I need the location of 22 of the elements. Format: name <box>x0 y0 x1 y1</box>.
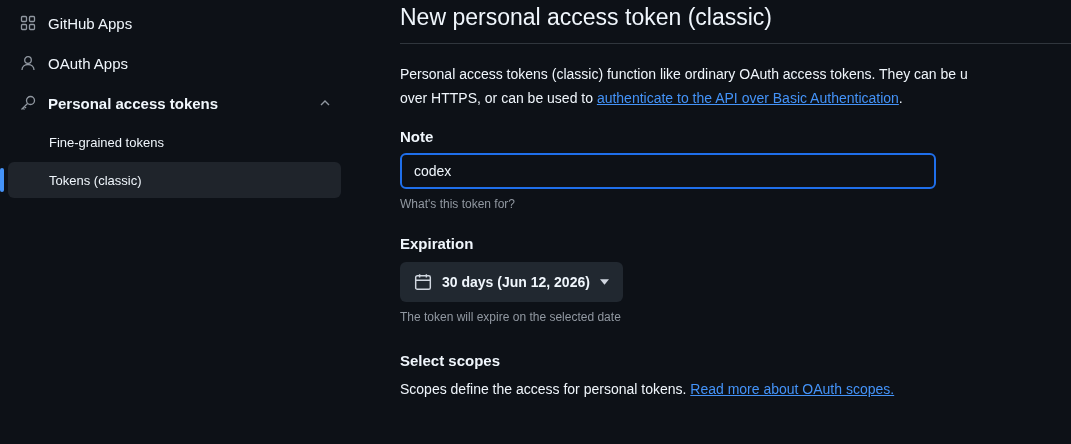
sidebar-item[interactable]: OAuth Apps <box>8 44 341 82</box>
oauth-scopes-link[interactable]: Read more about OAuth scopes. <box>690 381 895 397</box>
expiration-hint: The token will expire on the selected date <box>400 310 622 324</box>
sidebar-item[interactable]: Personal access tokens <box>8 84 341 122</box>
sidebar-item[interactable]: GitHub Apps <box>8 4 341 42</box>
expiration-label: Expiration <box>400 235 475 252</box>
note-label: Note <box>400 128 435 145</box>
scopes-text: Scopes define the access for personal tokens. Read more about OAuth scopes. <box>400 381 896 397</box>
calendar-icon <box>414 273 432 291</box>
note-input[interactable]: codex <box>400 153 936 189</box>
api-auth-link[interactable]: authenticate to the API over Basic Authentication <box>596 90 899 106</box>
scopes-label: Select scopes <box>400 352 502 369</box>
intro-paragraph: Personal access tokens (classic) function like ordinary OAuth access tokens. They can be u over HTTPS, or can be used to authenticate to the API over Basic Authentication. <box>400 65 969 108</box>
caret-icon <box>599 279 609 285</box>
expiration-dropdown[interactable]: 30 days (Jun 12, 2026) <box>400 262 623 302</box>
note-hint: What's this token for? <box>400 197 516 211</box>
sidebar-item[interactable]: Fine-grained tokens <box>8 124 341 160</box>
apps-icon <box>20 15 36 31</box>
key-icon <box>20 95 36 111</box>
person-icon <box>20 55 36 71</box>
selection-indicator <box>0 168 4 192</box>
page-title: New personal access token (classic) <box>400 4 1071 44</box>
